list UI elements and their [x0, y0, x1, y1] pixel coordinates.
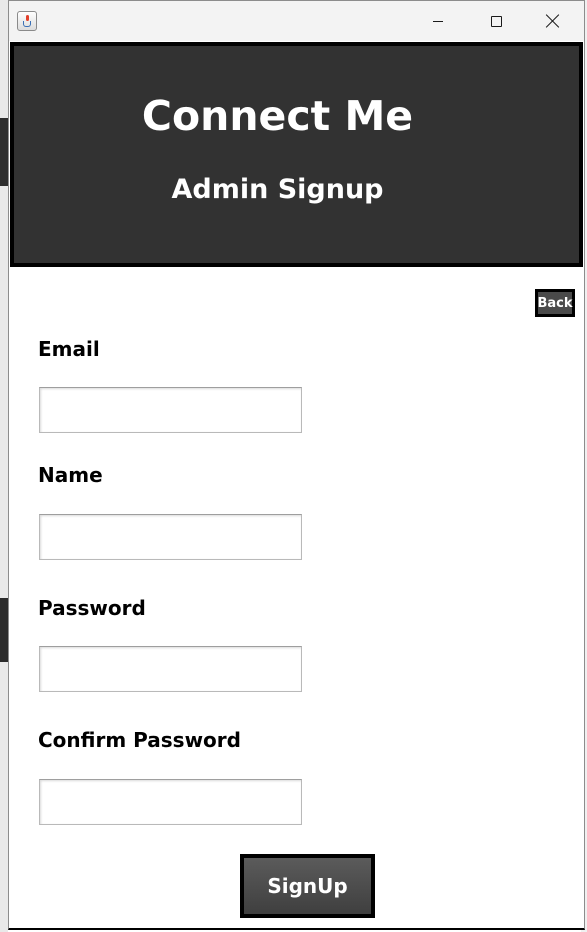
minimize-icon: [433, 20, 443, 22]
close-button[interactable]: [530, 1, 576, 41]
back-button[interactable]: Back: [535, 289, 575, 317]
email-label: Email: [38, 337, 100, 361]
background-desktop-strip: [0, 0, 8, 932]
email-field[interactable]: [39, 387, 302, 433]
password-label: Password: [38, 596, 146, 620]
header-panel: Connect Me Admin Signup: [10, 42, 583, 267]
java-app-icon[interactable]: [17, 11, 37, 31]
name-label: Name: [38, 463, 103, 487]
app-title: Connect Me: [141, 92, 414, 140]
title-bar[interactable]: [9, 1, 584, 41]
background-window-edge: [0, 598, 8, 662]
password-field[interactable]: [39, 646, 302, 692]
maximize-button[interactable]: [473, 1, 519, 41]
confirm-password-field[interactable]: [39, 779, 302, 825]
signup-button[interactable]: SignUp: [240, 854, 375, 918]
page-subtitle: Admin Signup: [171, 174, 384, 205]
background-window-edge: [0, 118, 8, 186]
maximize-icon: [490, 15, 502, 27]
app-window: Connect Me Admin Signup Back Email Name …: [8, 0, 585, 930]
close-icon: [546, 14, 560, 28]
confirm-password-label: Confirm Password: [38, 728, 241, 752]
minimize-button[interactable]: [415, 1, 461, 41]
java-cup-shape: [23, 21, 31, 27]
name-field[interactable]: [39, 514, 302, 560]
